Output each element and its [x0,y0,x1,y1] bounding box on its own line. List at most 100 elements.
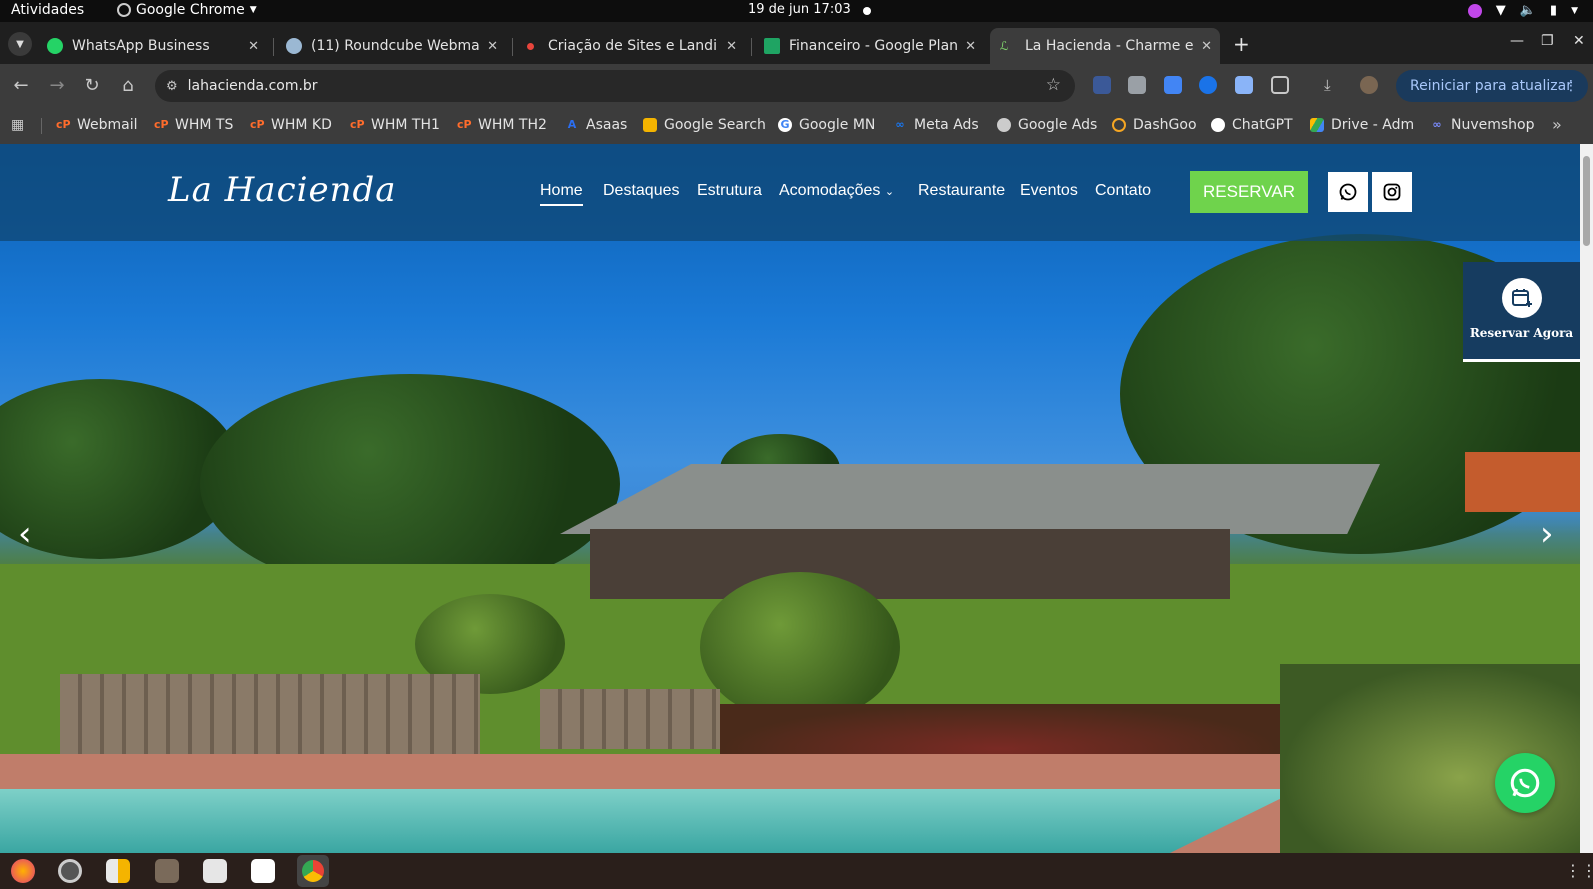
scrollbar-thumb[interactable] [1583,156,1590,246]
nav-home[interactable]: Home [540,182,583,206]
close-icon[interactable]: ✕ [248,39,259,54]
screenshot-extension-icon[interactable] [1235,76,1253,94]
bookmark-whm-th2[interactable]: cP WHM TH2 [457,117,547,133]
home-icon[interactable]: ⌂ [116,75,140,96]
back-icon[interactable]: ← [9,75,33,96]
hero-slider-image [0,144,1593,853]
whatsapp-button[interactable] [1328,172,1368,212]
apps-grid-icon[interactable]: ▦ [11,117,24,133]
close-icon[interactable]: ✕ [726,39,737,54]
bookmark-whm-kd[interactable]: cP WHM KD [250,117,332,133]
tab-roundcube[interactable]: (11) Roundcube Webmail ✕ [276,28,506,64]
extension-icon[interactable] [1093,76,1111,94]
chrome-icon [117,3,131,17]
activities-button[interactable]: Atividades [11,2,84,18]
nav-destaques[interactable]: Destaques [603,182,680,200]
bookmark-webmail[interactable]: cP Webmail [56,117,138,133]
tab-search-button[interactable]: ▼ [8,32,32,56]
minimize-icon[interactable]: — [1510,33,1524,49]
nav-contato[interactable]: Contato [1095,182,1151,200]
bookmark-nuvemshop[interactable]: ∞ Nuvemshop [1430,117,1535,133]
close-icon[interactable]: ✕ [1201,39,1212,54]
sheets-icon [764,38,780,54]
house-wall [590,529,1230,599]
nav-eventos[interactable]: Eventos [1020,182,1078,200]
tab-la-hacienda[interactable]: ℒ La Hacienda - Charme e Natureza ✕ [990,28,1220,64]
close-icon[interactable]: ✕ [965,39,976,54]
lahacienda-icon: ℒ [1000,39,1009,53]
kebab-menu-icon[interactable]: ⋮ [1564,78,1578,94]
bookmark-google-ads[interactable]: Google Ads [997,117,1097,133]
forward-icon[interactable]: → [45,75,69,96]
tag-extension-icon[interactable] [1199,76,1217,94]
address-bar[interactable]: ⚙ lahacienda.com.br ☆ [155,70,1075,102]
bookmark-label: WHM TH2 [478,117,547,133]
calendar-plus-icon [1501,278,1542,318]
text-editor-icon[interactable] [251,859,275,883]
bookmark-label: Nuvemshop [1451,117,1535,133]
tab-financeiro[interactable]: Financeiro - Google Planilhas ✕ [754,28,984,64]
slider-prev-arrow[interactable]: ‹ [18,514,32,554]
more-bookmarks-icon[interactable]: » [1552,115,1562,134]
bookmark-google-mn[interactable]: G Google MN [778,117,875,133]
pool [0,789,1300,853]
tab-whatsapp[interactable]: WhatsApp Business ✕ [37,28,267,64]
stone-wall [540,689,720,749]
bookmark-label: WHM TS [175,117,234,133]
bookmark-drive-adm[interactable]: Drive - Adm [1310,117,1414,133]
settings-icon[interactable] [58,859,82,883]
nav-acomodacoes[interactable]: Acomodações ⌄ [779,182,894,200]
bookmark-star-icon[interactable]: ☆ [1046,75,1061,95]
clock[interactable]: 19 de jun 17:03 [748,2,851,17]
instagram-button[interactable] [1372,172,1412,212]
close-icon[interactable]: ✕ [487,39,498,54]
firefox-icon[interactable] [11,859,35,883]
system-tray[interactable]: ▼ 🔈 ▮ ▼ [1467,2,1578,20]
app-menu[interactable]: Google Chrome ▼ [117,2,257,18]
restore-icon[interactable]: ❐ [1541,33,1554,49]
site-logo[interactable]: La Hacienda [168,170,397,210]
puzzle-extensions-icon[interactable] [1271,76,1289,94]
tab-label: Financeiro - Google Planilhas [789,38,959,54]
bookmark-asaas[interactable]: A Asaas [565,117,628,133]
bookmark-chatgpt[interactable]: ChatGPT [1211,117,1293,133]
bookmarks-bar: ▦ cP Webmail cP WHM TS cP WHM KD cP WHM TH1 … [0,108,1593,144]
translate-extension-icon[interactable] [1164,76,1182,94]
download-icon[interactable]: ⤓ [1324,76,1342,94]
nav-restaurante[interactable]: Restaurante [918,182,1005,200]
profile-avatar[interactable] [1360,76,1378,94]
site-info-icon[interactable]: ⚙ [166,79,178,94]
cpanel-icon: cP [250,118,265,131]
show-apps-icon[interactable]: ⋮⋮⋮ [1565,861,1593,880]
camera-extension-icon[interactable] [1128,76,1146,94]
bookmarks-divider [41,118,42,134]
update-chrome-button[interactable]: Reiniciar para atualizar ⋮ [1396,70,1588,102]
bookmark-whm-th1[interactable]: cP WHM TH1 [350,117,440,133]
new-tab-button[interactable]: + [1233,32,1250,56]
reservar-button[interactable]: RESERVAR [1190,171,1308,213]
firefox-tray-icon [1467,4,1482,18]
calculator-icon[interactable] [106,859,130,883]
chrome-dock-icon[interactable] [297,855,329,887]
gimp-icon[interactable] [155,859,179,883]
reload-icon[interactable]: ↻ [80,75,104,96]
page-scrollbar[interactable] [1580,144,1593,853]
nav-estrutura[interactable]: Estrutura [697,182,762,200]
bookmark-dashgoo[interactable]: DashGoo [1112,117,1197,133]
nav-acomodacoes-label: Acomodações [779,182,881,199]
bookmark-google-search[interactable]: Google Search [643,117,766,133]
slider-next-arrow[interactable]: › [1540,514,1554,554]
tab-divider [512,38,513,56]
bookmark-whm-ts[interactable]: cP WHM TS [154,117,233,133]
window-close-icon[interactable]: ✕ [1573,33,1585,49]
tab-criacao-sites[interactable]: Criação de Sites e Landing ✕ [515,28,745,64]
bookmark-label: Drive - Adm [1331,117,1415,133]
url-text[interactable]: lahacienda.com.br [188,78,318,94]
notification-dot [863,7,871,15]
whatsapp-float-button[interactable] [1495,753,1555,813]
meta-icon: ∞ [895,118,905,131]
files-icon[interactable] [203,859,227,883]
cpanel-icon: cP [56,118,71,131]
reservar-agora-widget[interactable]: Reservar Agora [1463,262,1580,362]
bookmark-meta-ads[interactable]: ∞ Meta Ads [893,117,978,133]
